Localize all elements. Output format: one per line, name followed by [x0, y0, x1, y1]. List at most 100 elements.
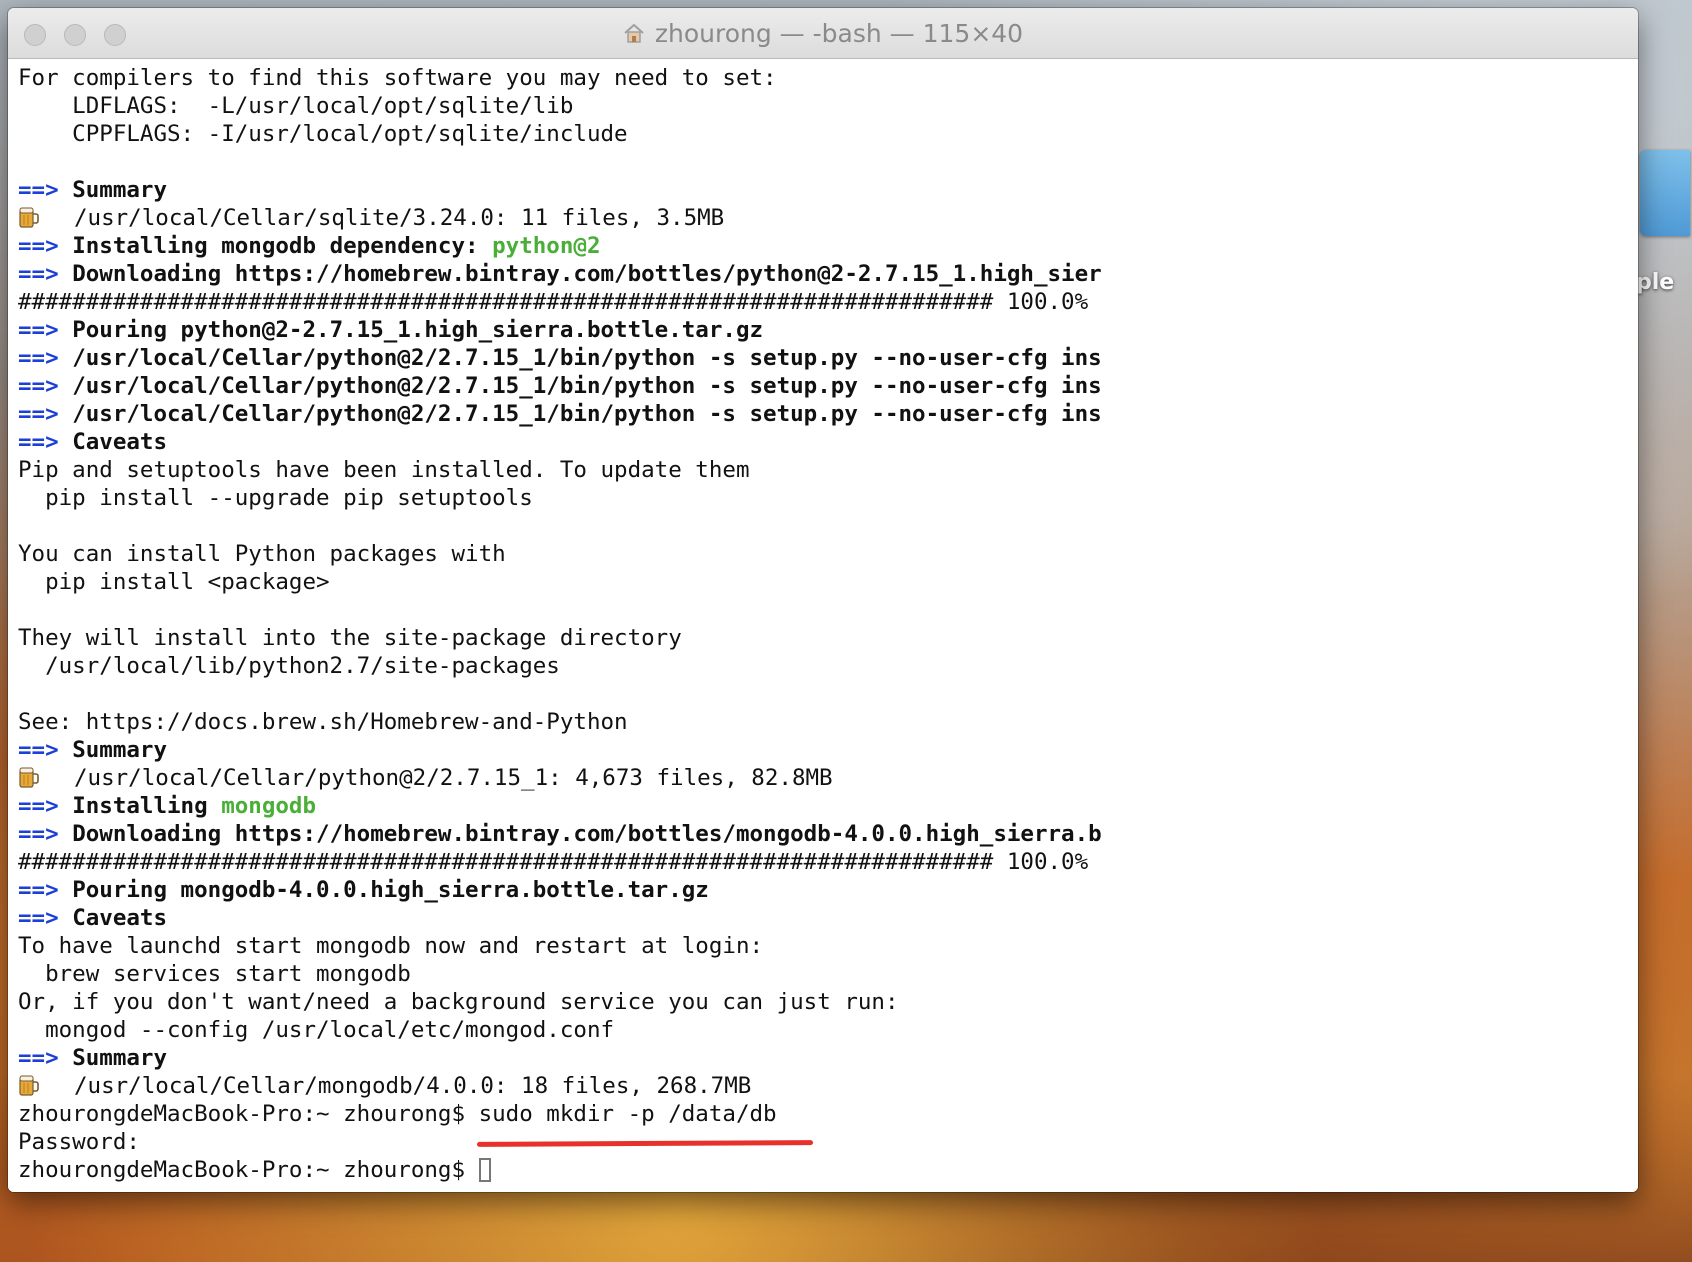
terminal-line: ==> Downloading https://homebrew.bintray…	[18, 820, 1618, 848]
arrow-marker: ==>	[18, 821, 59, 847]
terminal-line: zhourongdeMacBook-Pro:~ zhourong$ sudo m…	[18, 1100, 1618, 1128]
line-text: Pouring python@2-2.7.15_1.high_sierra.bo…	[72, 317, 764, 343]
line-text: mongod --config /usr/local/etc/mongod.co…	[18, 1017, 615, 1043]
beer-mug-icon	[19, 207, 39, 228]
home-folder-icon	[624, 23, 644, 43]
line-text: They will install into the site-package …	[18, 625, 682, 651]
terminal-line: They will install into the site-package …	[18, 624, 1618, 652]
line-text: /usr/local/Cellar/python@2/2.7.15_1: 4,6…	[74, 765, 833, 791]
text-cursor[interactable]	[478, 1158, 491, 1182]
terminal-line: To have launchd start mongodb now and re…	[18, 932, 1618, 960]
package-name: python@2	[492, 233, 601, 259]
line-text: Downloading https://homebrew.bintray.com…	[72, 261, 1102, 287]
terminal-line: ==> Caveats	[18, 904, 1618, 932]
line-text: pip install --upgrade pip setuptools	[18, 485, 533, 511]
line-text: Or, if you don't want/need a background …	[18, 989, 899, 1015]
beer-mug-icon	[19, 767, 39, 788]
line-text: Downloading https://homebrew.bintray.com…	[72, 821, 1102, 847]
terminal-line: You can install Python packages with	[18, 540, 1618, 568]
line-text: To have launchd start mongodb now and re…	[18, 933, 764, 959]
line-text: pip install <package>	[18, 569, 330, 595]
terminal-line: ==> /usr/local/Cellar/python@2/2.7.15_1/…	[18, 344, 1618, 372]
line-text: /usr/local/Cellar/sqlite/3.24.0: 11 file…	[74, 205, 725, 231]
arrow-marker: ==>	[18, 793, 59, 819]
line-text: /usr/local/Cellar/python@2/2.7.15_1/bin/…	[72, 373, 1102, 399]
arrow-marker: ==>	[18, 1045, 59, 1071]
terminal-line: LDFLAGS: -L/usr/local/opt/sqlite/lib	[18, 92, 1618, 120]
terminal-line: zhourongdeMacBook-Pro:~ zhourong$	[18, 1156, 1618, 1184]
arrow-marker: ==>	[18, 737, 59, 763]
line-text: Summary	[72, 1045, 168, 1071]
terminal-line: /usr/local/Cellar/mongodb/4.0.0: 18 file…	[18, 1072, 1618, 1100]
arrow-marker: ==>	[18, 905, 59, 931]
terminal-line: ==> Caveats	[18, 428, 1618, 456]
line-text: zhourongdeMacBook-Pro:~ zhourong$ sudo m…	[18, 1101, 777, 1127]
desktop-folder-icon[interactable]	[1640, 150, 1690, 236]
line-text: Installing mongodb dependency:	[72, 233, 493, 259]
arrow-marker: ==>	[18, 429, 59, 455]
line-text: /usr/local/Cellar/python@2/2.7.15_1/bin/…	[72, 345, 1102, 371]
terminal-window: zhourong — -bash — 115×40 For compilers …	[8, 8, 1638, 1192]
terminal-line: See: https://docs.brew.sh/Homebrew-and-P…	[18, 708, 1618, 736]
terminal-line: pip install <package>	[18, 568, 1618, 596]
terminal-line: ==> Downloading https://homebrew.bintray…	[18, 260, 1618, 288]
arrow-marker: ==>	[18, 261, 59, 287]
terminal-output: For compilers to find this software you …	[18, 64, 1618, 1184]
terminal-line: ==> /usr/local/Cellar/python@2/2.7.15_1/…	[18, 400, 1618, 428]
terminal-line: ########################################…	[18, 288, 1618, 316]
arrow-marker: ==>	[18, 317, 59, 343]
line-text: Caveats	[72, 429, 168, 455]
line-text: /usr/local/lib/python2.7/site-packages	[18, 653, 560, 679]
line-text: Installing	[72, 793, 222, 819]
terminal-line: ########################################…	[18, 848, 1618, 876]
terminal-line: ==> Pouring mongodb-4.0.0.high_sierra.bo…	[18, 876, 1618, 904]
terminal-line: /usr/local/Cellar/sqlite/3.24.0: 11 file…	[18, 204, 1618, 232]
line-text: ########################################…	[18, 289, 1089, 315]
beer-mug-icon	[19, 1075, 39, 1096]
arrow-marker: ==>	[18, 177, 59, 203]
line-text: brew services start mongodb	[18, 961, 411, 987]
line-text: CPPFLAGS: -I/usr/local/opt/sqlite/includ…	[18, 121, 628, 147]
line-text: Password:	[18, 1129, 140, 1155]
terminal-line: ==> /usr/local/Cellar/python@2/2.7.15_1/…	[18, 372, 1618, 400]
line-text: See: https://docs.brew.sh/Homebrew-and-P…	[18, 709, 628, 735]
terminal-line: /usr/local/lib/python2.7/site-packages	[18, 652, 1618, 680]
desktop-item-label[interactable]: ple	[1636, 270, 1674, 295]
line-text: ########################################…	[18, 849, 1089, 875]
terminal-line: pip install --upgrade pip setuptools	[18, 484, 1618, 512]
line-text: You can install Python packages with	[18, 541, 506, 567]
terminal-line: ==> Installing mongodb	[18, 792, 1618, 820]
line-text: Summary	[72, 177, 168, 203]
line-text: LDFLAGS: -L/usr/local/opt/sqlite/lib	[18, 93, 574, 119]
window-title-area: zhourong — -bash — 115×40	[8, 8, 1638, 58]
title-bar[interactable]: zhourong — -bash — 115×40	[8, 8, 1638, 59]
terminal-line: CPPFLAGS: -I/usr/local/opt/sqlite/includ…	[18, 120, 1618, 148]
arrow-marker: ==>	[18, 345, 59, 371]
line-text: Pouring mongodb-4.0.0.high_sierra.bottle…	[72, 877, 709, 903]
arrow-marker: ==>	[18, 877, 59, 903]
arrow-marker: ==>	[18, 373, 59, 399]
terminal-line: brew services start mongodb	[18, 960, 1618, 988]
window-title: zhourong — -bash — 115×40	[654, 18, 1024, 48]
line-text: /usr/local/Cellar/python@2/2.7.15_1/bin/…	[72, 401, 1102, 427]
terminal-line: Or, if you don't want/need a background …	[18, 988, 1618, 1016]
terminal-content[interactable]: For compilers to find this software you …	[8, 59, 1638, 1192]
line-text: Caveats	[72, 905, 168, 931]
line-text: Pip and setuptools have been installed. …	[18, 457, 750, 483]
terminal-line: For compilers to find this software you …	[18, 64, 1618, 92]
terminal-line: Password:	[18, 1128, 1618, 1156]
terminal-line: ==> Summary	[18, 176, 1618, 204]
terminal-line: ==> Installing mongodb dependency: pytho…	[18, 232, 1618, 260]
line-text: Summary	[72, 737, 168, 763]
arrow-marker: ==>	[18, 401, 59, 427]
shell-prompt: zhourongdeMacBook-Pro:~ zhourong$	[18, 1157, 479, 1183]
terminal-line: mongod --config /usr/local/etc/mongod.co…	[18, 1016, 1618, 1044]
terminal-line: ==> Summary	[18, 1044, 1618, 1072]
terminal-line: Pip and setuptools have been installed. …	[18, 456, 1618, 484]
terminal-line: ==> Summary	[18, 736, 1618, 764]
terminal-line: ==> Pouring python@2-2.7.15_1.high_sierr…	[18, 316, 1618, 344]
